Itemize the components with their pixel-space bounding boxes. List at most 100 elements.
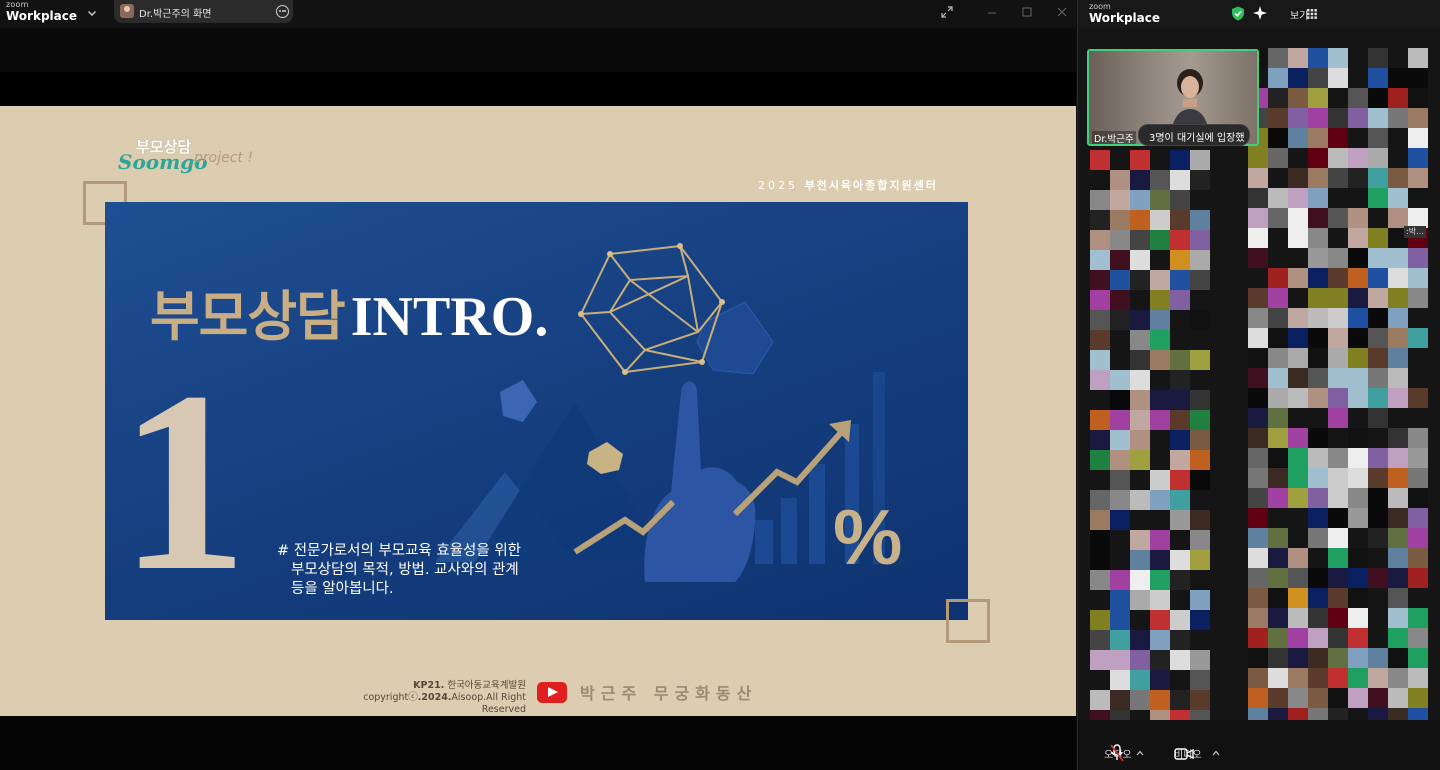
mosaic-cell bbox=[1150, 190, 1170, 210]
audio-options-chevron-icon[interactable] bbox=[1136, 750, 1144, 756]
expand-icon[interactable] bbox=[940, 4, 954, 18]
mosaic-cell bbox=[1288, 588, 1308, 608]
mosaic-cell bbox=[1368, 188, 1388, 208]
mosaic-cell bbox=[1308, 648, 1328, 668]
share-owner-pill[interactable]: Dr.박근주의 화면 bbox=[114, 0, 293, 23]
zoom-logo[interactable]: zoom Workplace bbox=[6, 1, 77, 23]
video-camera-icon[interactable] bbox=[1174, 748, 1194, 760]
presentation-slide: 부모상담 Soomgo project ! 2025 부천시육아종합지원센터 %… bbox=[0, 106, 1076, 716]
mosaic-cell bbox=[1328, 148, 1348, 168]
mosaic-cell bbox=[1248, 468, 1268, 488]
mosaic-cell bbox=[1090, 310, 1110, 330]
mosaic-cell bbox=[1130, 370, 1150, 390]
mosaic-cell bbox=[1268, 268, 1288, 288]
video-options-chevron-icon[interactable] bbox=[1212, 750, 1220, 756]
mosaic-cell bbox=[1408, 628, 1428, 648]
gallery-logo-name: Workplace bbox=[1089, 11, 1161, 25]
mosaic-cell bbox=[1408, 608, 1428, 628]
mosaic-cell bbox=[1268, 108, 1288, 128]
ai-sparkle-icon[interactable] bbox=[1253, 6, 1267, 20]
mosaic-cell bbox=[1408, 388, 1428, 408]
mosaic-cell bbox=[1288, 568, 1308, 588]
mosaic-cell bbox=[1150, 470, 1170, 490]
mosaic-cell bbox=[1150, 650, 1170, 670]
mosaic-cell bbox=[1388, 508, 1408, 528]
channel-name: 박근주 무궁화동산 bbox=[580, 684, 758, 703]
mosaic-cell bbox=[1288, 428, 1308, 448]
mosaic-cell bbox=[1170, 210, 1190, 230]
mosaic-cell bbox=[1288, 368, 1308, 388]
mosaic-cell bbox=[1150, 410, 1170, 430]
decorative-frame-bottom-right bbox=[946, 599, 990, 643]
mosaic-cell bbox=[1090, 450, 1110, 470]
close-icon[interactable] bbox=[1055, 4, 1069, 18]
maximize-icon[interactable] bbox=[1020, 4, 1034, 18]
mosaic-cell bbox=[1368, 368, 1388, 388]
mosaic-cell bbox=[1170, 630, 1190, 650]
mosaic-cell bbox=[1328, 648, 1348, 668]
mosaic-cell bbox=[1130, 270, 1150, 290]
mosaic-cell bbox=[1408, 128, 1428, 148]
participant-tile-blurred[interactable] bbox=[1248, 48, 1428, 748]
mosaic-cell bbox=[1090, 510, 1110, 530]
mosaic-cell bbox=[1288, 228, 1308, 248]
mosaic-cell bbox=[1110, 210, 1130, 230]
mosaic-cell bbox=[1388, 248, 1408, 268]
mosaic-cell bbox=[1170, 390, 1190, 410]
participant-tile-blurred[interactable] bbox=[1090, 150, 1210, 730]
mosaic-cell bbox=[1190, 230, 1210, 250]
mosaic-cell bbox=[1288, 608, 1308, 628]
mosaic-cell bbox=[1150, 630, 1170, 650]
mosaic-cell bbox=[1150, 390, 1170, 410]
mosaic-cell bbox=[1388, 548, 1408, 568]
mosaic-cell bbox=[1190, 610, 1210, 630]
grid-view-icon[interactable] bbox=[1307, 9, 1317, 19]
mosaic-cell bbox=[1368, 68, 1388, 88]
mosaic-cell bbox=[1268, 468, 1288, 488]
mosaic-cell bbox=[1348, 668, 1368, 688]
view-button[interactable]: 보기 bbox=[1290, 7, 1308, 22]
mosaic-cell bbox=[1110, 470, 1130, 490]
mosaic-cell bbox=[1348, 348, 1368, 368]
mosaic-cell bbox=[1090, 570, 1110, 590]
mosaic-cell bbox=[1190, 530, 1210, 550]
mosaic-cell bbox=[1328, 668, 1348, 688]
mosaic-cell bbox=[1368, 448, 1388, 468]
mosaic-cell bbox=[1328, 608, 1348, 628]
more-options-icon[interactable] bbox=[276, 5, 289, 18]
shield-check-icon[interactable] bbox=[1231, 6, 1245, 21]
mosaic-cell bbox=[1150, 310, 1170, 330]
mosaic-cell bbox=[1328, 328, 1348, 348]
mosaic-cell bbox=[1288, 628, 1308, 648]
mosaic-cell bbox=[1368, 508, 1388, 528]
mosaic-cell bbox=[1348, 288, 1368, 308]
polyhedron-shape bbox=[500, 380, 537, 422]
description-line-1: # 전문가로서의 부모교육 효율성을 위한 bbox=[277, 543, 522, 559]
minimize-icon[interactable] bbox=[985, 4, 999, 18]
footer-org-name: 한국아동교육계발원 bbox=[447, 680, 526, 691]
chevron-down-icon[interactable] bbox=[86, 7, 98, 19]
mosaic-cell bbox=[1090, 350, 1110, 370]
mosaic-cell bbox=[1348, 508, 1368, 528]
mosaic-cell bbox=[1328, 248, 1348, 268]
mosaic-cell bbox=[1388, 388, 1408, 408]
mosaic-cell bbox=[1190, 350, 1210, 370]
mosaic-cell bbox=[1090, 210, 1110, 230]
waiting-room-notification[interactable]: 3명이 대기실에 입장했 bbox=[1138, 124, 1250, 146]
mosaic-cell bbox=[1288, 688, 1308, 708]
mosaic-cell bbox=[1130, 630, 1150, 650]
mosaic-cell bbox=[1130, 190, 1150, 210]
mosaic-cell bbox=[1110, 310, 1130, 330]
mosaic-cell bbox=[1170, 270, 1190, 290]
mosaic-cell bbox=[1348, 108, 1368, 128]
mosaic-cell bbox=[1288, 648, 1308, 668]
microphone-muted-icon[interactable] bbox=[1110, 744, 1124, 762]
mosaic-cell bbox=[1110, 590, 1130, 610]
mosaic-cell bbox=[1268, 628, 1288, 648]
mosaic-cell bbox=[1288, 188, 1308, 208]
mosaic-cell bbox=[1150, 330, 1170, 350]
mosaic-cell bbox=[1388, 488, 1408, 508]
mosaic-cell bbox=[1110, 390, 1130, 410]
mosaic-cell bbox=[1388, 648, 1408, 668]
mosaic-cell bbox=[1348, 88, 1368, 108]
